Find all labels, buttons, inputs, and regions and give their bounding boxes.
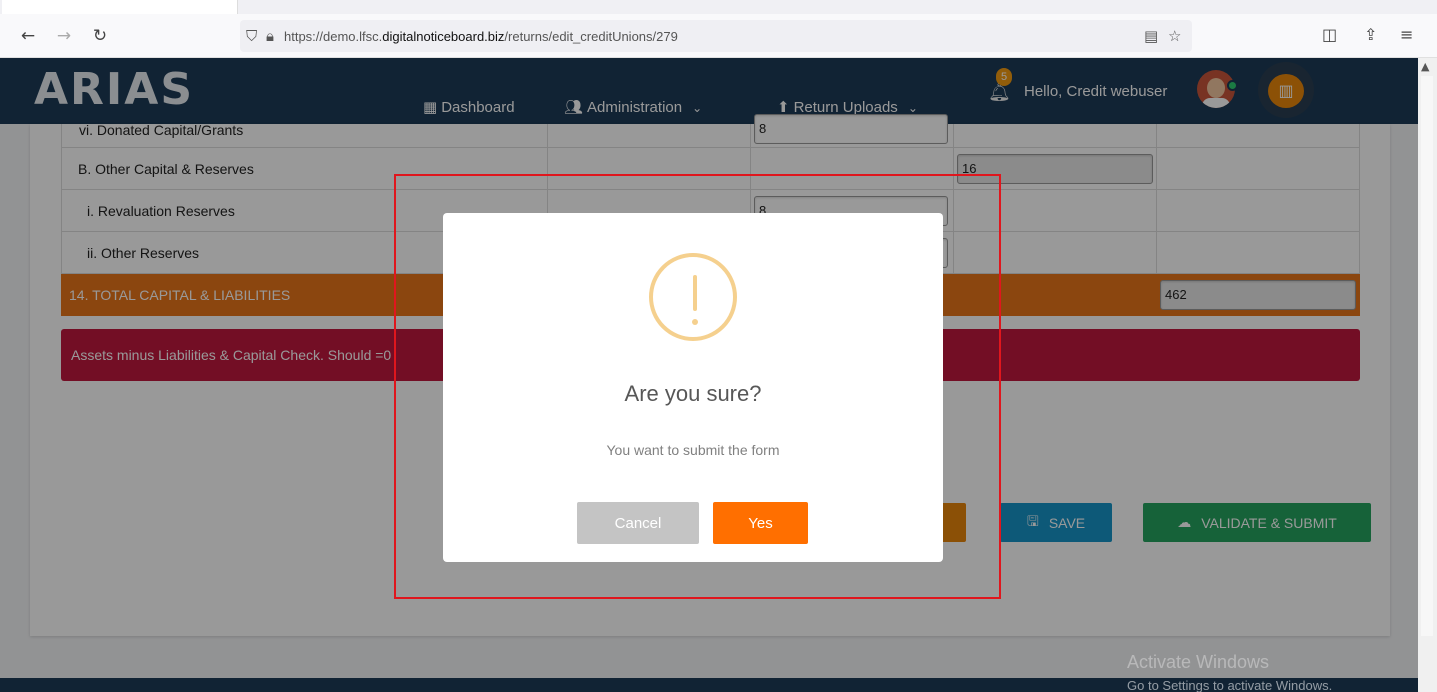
yes-button[interactable]: Yes bbox=[713, 502, 808, 544]
warning-icon bbox=[649, 253, 737, 341]
reload-icon[interactable]: ↻ bbox=[88, 24, 112, 48]
share-icon[interactable]: ⇪ bbox=[1364, 25, 1377, 44]
windows-watermark-text: Go to Settings to activate Windows. bbox=[1127, 678, 1333, 692]
confirm-dialog: Are you sure? You want to submit the for… bbox=[443, 213, 943, 562]
reader-icon[interactable]: ▤ bbox=[1144, 27, 1158, 45]
dialog-title: Are you sure? bbox=[624, 381, 762, 406]
menu-icon[interactable]: ≡ bbox=[1400, 25, 1413, 44]
browser-toolbar: ← → ↻ ⛉ 🔒︎ https://demo.lfsc.digitalnoti… bbox=[0, 14, 1437, 58]
bookmark-star-icon[interactable]: ☆ bbox=[1168, 27, 1181, 45]
dialog-message: You want to submit the form bbox=[606, 442, 780, 458]
cancel-button[interactable]: Cancel bbox=[577, 502, 699, 544]
browser-tabstrip bbox=[0, 0, 1437, 14]
forward-icon[interactable]: → bbox=[52, 24, 76, 48]
scrollbar-thumb[interactable] bbox=[1421, 76, 1433, 636]
shield-icon[interactable]: ⛉ bbox=[246, 27, 257, 45]
back-icon[interactable]: ← bbox=[16, 24, 40, 48]
address-bar[interactable]: ⛉ 🔒︎ https://demo.lfsc.digitalnoticeboar… bbox=[240, 20, 1192, 52]
windows-watermark-title: Activate Windows bbox=[1127, 652, 1270, 672]
browser-tab-active[interactable] bbox=[2, 0, 238, 14]
url-text[interactable]: https://demo.lfsc.digitalnoticeboard.biz… bbox=[284, 29, 678, 44]
pocket-icon[interactable]: ◫ bbox=[1322, 25, 1337, 44]
lock-icon[interactable]: 🔒︎ bbox=[266, 27, 274, 45]
scroll-up-icon[interactable]: ▲ bbox=[1421, 60, 1429, 73]
